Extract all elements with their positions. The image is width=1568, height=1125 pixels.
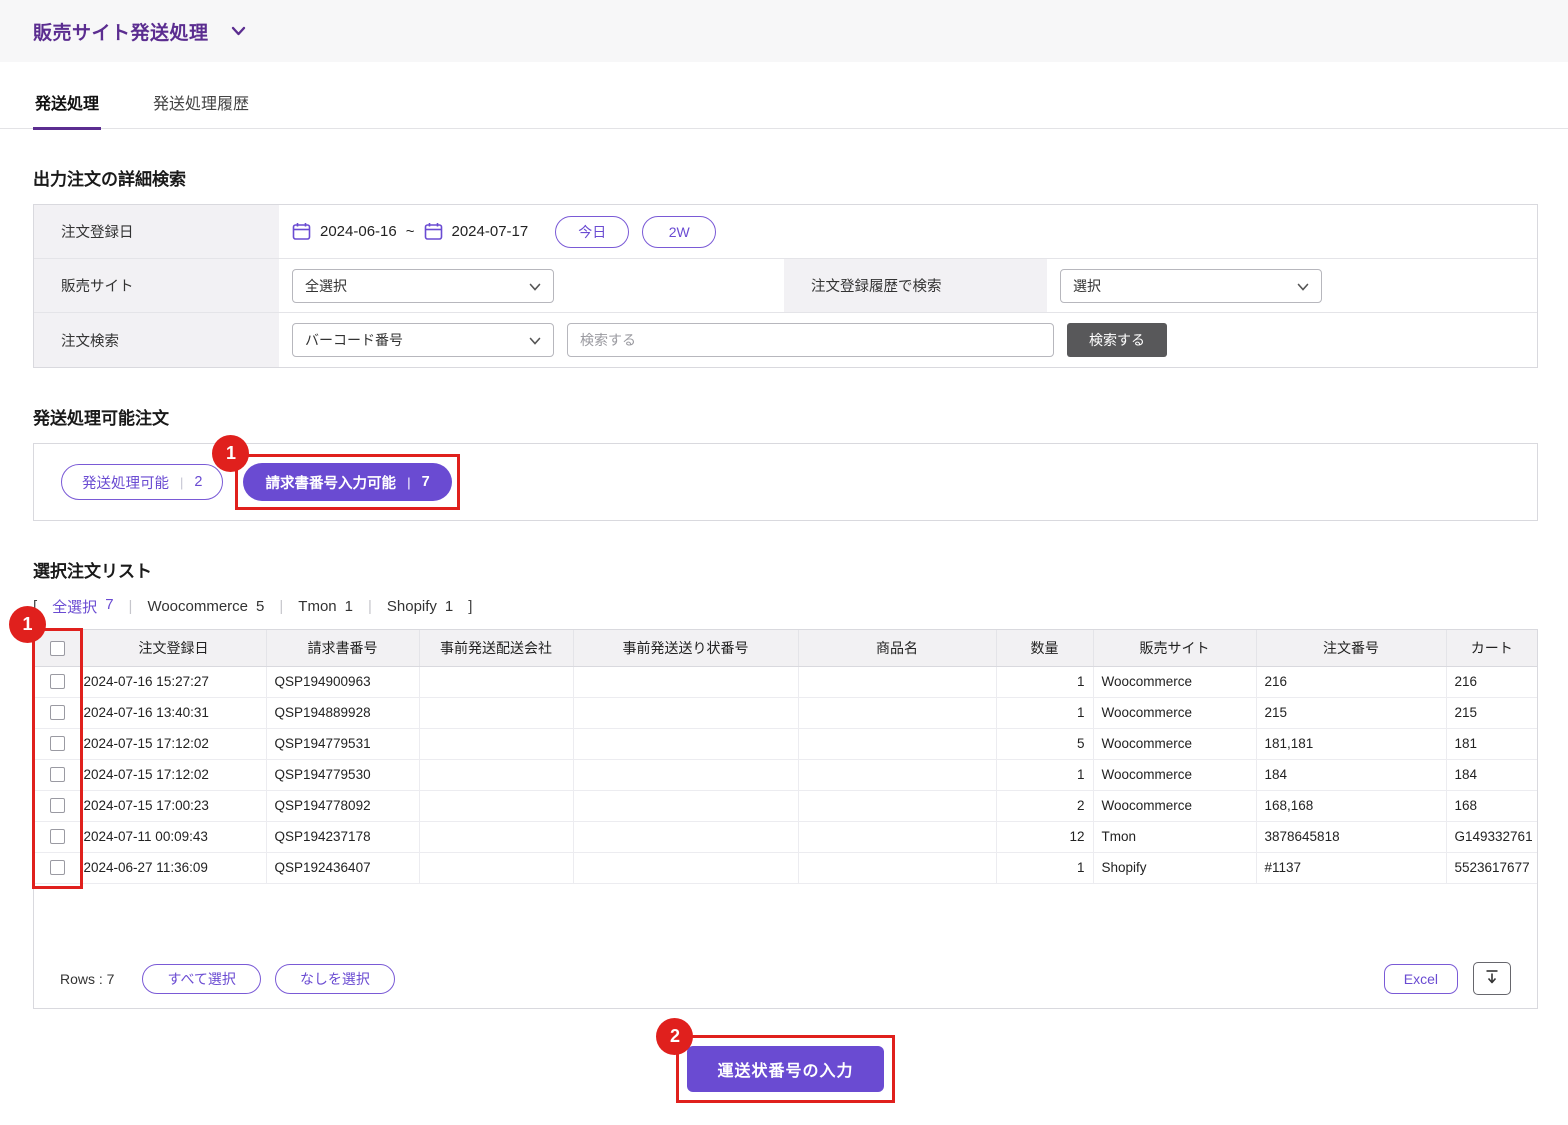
col-order-no: 注文番号 [1256, 630, 1447, 667]
select-none-button[interactable]: なしを選択 [274, 963, 395, 994]
available-orders-box: 発送処理可能 | 2 1 請求書番号入力可能 | 7 [33, 435, 1538, 521]
col-tracking-no: 事前発送送り状番号 [573, 630, 799, 667]
excel-export-button[interactable]: Excel [1383, 963, 1458, 994]
order-date-controls: 2024-06-16 ~ 2024-07-17 今日 2W [279, 205, 1537, 258]
col-product-name: 商品名 [798, 630, 997, 667]
export-download-button[interactable] [1473, 962, 1511, 995]
annotation-box-1: 1 請求書番号入力可能 | 7 [212, 435, 460, 510]
order-search-controls: バーコード番号 検索する [279, 313, 1537, 367]
search-section-title: 出力注文の詳細検索 [33, 170, 186, 189]
order-search-label: 注文検索 [34, 313, 279, 367]
invoice-input-filter-button[interactable]: 請求書番号入力可能 | 7 [243, 463, 452, 501]
available-section-title: 発送処理可能注文 [33, 409, 169, 428]
rows-count-label: Rows : 7 [60, 970, 115, 987]
date-range: 2024-06-16 ~ 2024-07-17 [292, 222, 528, 241]
row-checkbox[interactable] [49, 767, 65, 783]
annotation-box-2: 2 運送状番号の入力 [656, 1018, 895, 1103]
two-weeks-button[interactable]: 2W [642, 215, 717, 248]
annotation-badge-1: 1 [212, 435, 250, 472]
site-select-value: 全選択 [305, 277, 347, 294]
bottom-action-area: 2 運送状番号の入力 [33, 1018, 1538, 1103]
table-footer: Rows : 7 すべて選択 なしを選択 Excel [34, 952, 1537, 1008]
search-input[interactable] [567, 323, 1054, 357]
site-filter-bar: [ 全選択 7 | Woocommerce 5 | Tmon 1 | Shopify 1… [33, 596, 473, 617]
col-order-date: 注文登録日 [81, 630, 267, 667]
filter-tmon[interactable]: Tmon 1 [298, 598, 353, 615]
row-checkbox[interactable] [49, 674, 65, 690]
tab-shipping-history[interactable]: 発送処理履歴 [151, 86, 251, 130]
download-icon [1484, 969, 1500, 988]
order-date-label: 注文登録日 [34, 205, 279, 258]
search-form: 注文登録日 2024-06-16 ~ 2024-07-17 今日 2W 販売サイ… [33, 204, 1538, 368]
shippable-filter-button[interactable]: 発送処理可能 | 2 [61, 464, 224, 500]
table-row: 2024-07-15 17:00:23 QSP194778092 2 Wooco… [34, 790, 1537, 822]
tab-bar: 発送処理 発送処理履歴 [0, 86, 1568, 130]
chevron-down-icon [529, 332, 541, 348]
history-select-value: 選択 [1073, 277, 1101, 294]
chevron-down-icon [1297, 278, 1309, 294]
order-table: 注文登録日 請求書番号 事前発送配送会社 事前発送送り状番号 商品名 数量 販売… [34, 630, 1537, 884]
form-row-site: 販売サイト 全選択 注文登録履歴で検索 選択 [34, 259, 1537, 313]
top-bar: 販売サイト発送処理 [0, 0, 1568, 62]
form-row-order-date: 注文登録日 2024-06-16 ~ 2024-07-17 今日 2W [34, 205, 1537, 259]
chevron-down-icon [231, 26, 246, 36]
table-row: 2024-07-15 17:12:02 QSP194779531 5 Wooco… [34, 728, 1537, 760]
table-row: 2024-07-16 15:27:27 QSP194900963 1 Wooco… [34, 666, 1537, 698]
site-label: 販売サイト [34, 259, 279, 312]
page-title: 販売サイト発送処理 [33, 22, 209, 44]
calendar-to-icon[interactable] [424, 222, 443, 241]
col-carrier: 事前発送配送会社 [419, 630, 574, 667]
history-search-label: 注文登録履歴で検索 [784, 259, 1047, 312]
table-header-row: 注文登録日 請求書番号 事前発送配送会社 事前発送送り状番号 商品名 数量 販売… [34, 630, 1537, 667]
history-select[interactable]: 選択 [1060, 268, 1322, 303]
tracking-number-input-button[interactable]: 運送状番号の入力 [687, 1046, 884, 1092]
table-row: 2024-07-15 17:12:02 QSP194779530 1 Wooco… [34, 759, 1537, 791]
date-from-value: 2024-06-16 [320, 223, 397, 240]
calendar-from-icon[interactable] [292, 222, 311, 241]
col-site: 販売サイト [1093, 630, 1257, 667]
search-type-select[interactable]: バーコード番号 [292, 323, 554, 357]
search-button[interactable]: 検索する [1067, 323, 1167, 357]
select-all-button[interactable]: すべて選択 [142, 963, 261, 994]
row-checkbox[interactable] [49, 860, 65, 876]
filter-woocommerce[interactable]: Woocommerce 5 [147, 598, 264, 615]
date-to-value: 2024-07-17 [451, 223, 529, 240]
site-select[interactable]: 全選択 [292, 268, 554, 303]
today-button[interactable]: 今日 [555, 215, 630, 248]
table-footer-right: Excel [1383, 962, 1511, 995]
table-row: 2024-06-27 11:36:09 QSP192436407 1 Shopi… [34, 852, 1537, 884]
col-invoice-no: 請求書番号 [266, 630, 420, 667]
table-row: 2024-07-16 13:40:31 QSP194889928 1 Wooco… [34, 697, 1537, 729]
filter-shopify[interactable]: Shopify 1 [387, 598, 453, 615]
row-checkbox[interactable] [49, 736, 65, 752]
date-range-separator: ~ [405, 223, 415, 240]
form-row-order-search: 注文検索 バーコード番号 検索する [34, 313, 1537, 367]
search-type-value: バーコード番号 [305, 332, 403, 348]
filter-all[interactable]: 全選択 7 [52, 596, 113, 617]
history-controls: 選択 [1047, 259, 1537, 312]
annotation-badge-1-table: 1 [9, 606, 46, 643]
order-list-section-title: 選択注文リスト [33, 562, 152, 581]
main-content: 出力注文の詳細検索 注文登録日 2024-06-16 ~ 2024-07-17 … [0, 165, 1568, 1103]
chevron-down-icon [529, 278, 541, 294]
col-cart: カート [1446, 630, 1537, 667]
row-checkbox[interactable] [49, 829, 65, 845]
row-checkbox[interactable] [49, 705, 65, 721]
row-checkbox[interactable] [49, 798, 65, 814]
order-table-box: 1 注文登録日 請求書番号 事前発送配送会社 事前発送送り状番号 商品名 数量 … [9, 606, 1538, 1009]
tab-shipping[interactable]: 発送処理 [33, 86, 102, 130]
col-quantity: 数量 [996, 630, 1094, 667]
page-title-dropdown[interactable]: 販売サイト発送処理 [33, 18, 246, 45]
select-all-checkbox[interactable] [49, 641, 65, 657]
site-controls: 全選択 [279, 259, 784, 312]
table-row: 2024-07-11 00:09:43 QSP194237178 12 Tmon… [34, 821, 1537, 853]
